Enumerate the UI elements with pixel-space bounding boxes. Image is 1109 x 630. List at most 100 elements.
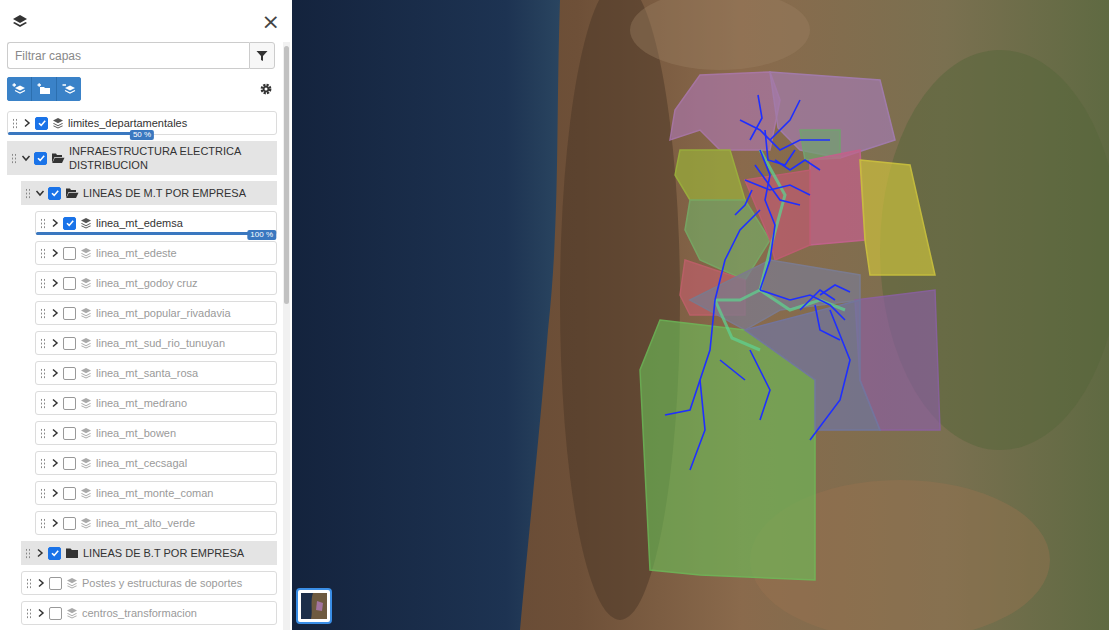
department-polygon[interactable]: [745, 300, 880, 430]
chevron-icon[interactable]: [51, 368, 59, 378]
layer-row[interactable]: linea_mt_bowen: [35, 421, 277, 445]
layer-group-row[interactable]: LINEAS DE B.T POR EMPRESA: [21, 541, 277, 565]
power-line[interactable]: [760, 290, 790, 300]
chevron-icon[interactable]: [37, 578, 45, 588]
power-line[interactable]: [810, 310, 850, 440]
power-line[interactable]: [755, 165, 800, 205]
layer-checkbox[interactable]: [49, 607, 62, 620]
chevron-icon[interactable]: [51, 278, 59, 288]
chevron-icon[interactable]: [21, 154, 31, 162]
drag-handle-icon[interactable]: [40, 458, 45, 469]
add-group-button[interactable]: [32, 77, 56, 101]
layer-checkbox[interactable]: [34, 152, 47, 165]
power-line[interactable]: [720, 360, 745, 380]
drag-handle-icon[interactable]: [40, 428, 45, 439]
power-line[interactable]: [800, 290, 835, 310]
close-button[interactable]: ×: [258, 11, 284, 33]
drag-handle-icon[interactable]: [26, 608, 31, 619]
power-line[interactable]: [750, 350, 770, 420]
scrollbar[interactable]: [283, 42, 290, 630]
power-line[interactable]: [735, 190, 752, 215]
department-polygon[interactable]: [675, 150, 745, 200]
chevron-icon[interactable]: [35, 189, 45, 197]
layer-row[interactable]: linea_mt_godoy cruz: [35, 271, 277, 295]
layer-checkbox[interactable]: [48, 187, 61, 200]
drag-handle-icon[interactable]: [40, 368, 45, 379]
layer-row[interactable]: linea_mt_popular_rivadavia: [35, 301, 277, 325]
chevron-icon[interactable]: [51, 518, 59, 528]
map-view[interactable]: [292, 0, 1109, 630]
layer-checkbox[interactable]: [49, 577, 62, 590]
layer-checkbox[interactable]: [63, 277, 76, 290]
layer-row[interactable]: linea_mt_edemsa100 %: [35, 211, 277, 235]
filter-button[interactable]: [249, 42, 275, 69]
add-layer-button[interactable]: [7, 77, 31, 101]
power-line[interactable]: [775, 160, 820, 170]
chevron-icon[interactable]: [51, 488, 59, 498]
power-line[interactable]: [770, 100, 800, 140]
drag-handle-icon[interactable]: [11, 153, 16, 164]
drag-handle-icon[interactable]: [25, 188, 30, 199]
chevron-icon[interactable]: [37, 608, 45, 618]
drag-handle-icon[interactable]: [40, 248, 45, 259]
layer-checkbox[interactable]: [63, 337, 76, 350]
chevron-icon[interactable]: [51, 218, 59, 228]
layer-row[interactable]: linea_mt_sud_rio_tunuyan: [35, 331, 277, 355]
drag-handle-icon[interactable]: [40, 338, 45, 349]
layer-row[interactable]: linea_mt_santa_rosa: [35, 361, 277, 385]
chevron-icon[interactable]: [51, 248, 59, 258]
power-line[interactable]: [690, 380, 705, 470]
drag-handle-icon[interactable]: [40, 398, 45, 409]
remove-layer-button[interactable]: [57, 77, 81, 101]
drag-handle-icon[interactable]: [12, 118, 17, 129]
layer-row[interactable]: linea_mt_edeste: [35, 241, 277, 265]
layer-checkbox[interactable]: [48, 547, 61, 560]
drag-handle-icon[interactable]: [25, 548, 30, 559]
layer-checkbox[interactable]: [63, 307, 76, 320]
layer-checkbox[interactable]: [63, 367, 76, 380]
chevron-icon[interactable]: [23, 118, 31, 128]
layer-row[interactable]: Postes y estructuras de soportes: [21, 571, 277, 595]
scrollbar-thumb[interactable]: [284, 46, 289, 304]
power-line[interactable]: [750, 95, 762, 140]
power-line[interactable]: [815, 305, 840, 340]
layer-checkbox[interactable]: [63, 457, 76, 470]
layer-row[interactable]: linea_mt_alto_verde: [35, 511, 277, 535]
layer-group-row[interactable]: INFRAESTRUCTURA ELECTRICA DISTRIBUCION: [7, 141, 277, 175]
power-line[interactable]: [765, 130, 795, 165]
layer-row[interactable]: linea_mt_cecsagal: [35, 451, 277, 475]
layer-checkbox[interactable]: [63, 517, 76, 530]
layer-checkbox[interactable]: [63, 247, 76, 260]
chevron-icon[interactable]: [36, 548, 44, 558]
settings-button[interactable]: [257, 80, 275, 98]
drag-handle-icon[interactable]: [40, 218, 45, 229]
layer-row[interactable]: centros_transformacion: [21, 601, 277, 625]
opacity-slider[interactable]: [36, 232, 276, 235]
layer-checkbox[interactable]: [63, 397, 76, 410]
drag-handle-icon[interactable]: [40, 308, 45, 319]
layer-checkbox[interactable]: [35, 117, 48, 130]
department-polygon[interactable]: [860, 160, 935, 275]
layer-group-row[interactable]: LINEAS DE M.T POR EMPRESA: [21, 181, 277, 205]
layer-checkbox[interactable]: [63, 487, 76, 500]
layer-checkbox[interactable]: [63, 427, 76, 440]
drag-handle-icon[interactable]: [40, 488, 45, 499]
power-line[interactable]: [665, 300, 715, 415]
chevron-icon[interactable]: [51, 338, 59, 348]
satellite-map[interactable]: [292, 0, 1109, 630]
department-polygon[interactable]: [810, 150, 865, 245]
layer-checkbox[interactable]: [63, 217, 76, 230]
drag-handle-icon[interactable]: [40, 518, 45, 529]
department-polygon[interactable]: [670, 72, 780, 150]
chevron-icon[interactable]: [51, 398, 59, 408]
layer-row[interactable]: limites_departamentales50 %: [7, 111, 277, 135]
chevron-icon[interactable]: [51, 458, 59, 468]
power-line[interactable]: [745, 180, 810, 195]
layer-row[interactable]: linea_mt_medrano: [35, 391, 277, 415]
drag-handle-icon[interactable]: [40, 278, 45, 289]
power-line[interactable]: [715, 210, 760, 300]
basemap-switcher[interactable]: [296, 588, 332, 624]
layer-row[interactable]: linea_mt_monte_coman: [35, 481, 277, 505]
drag-handle-icon[interactable]: [26, 578, 31, 589]
power-line[interactable]: [760, 150, 775, 290]
